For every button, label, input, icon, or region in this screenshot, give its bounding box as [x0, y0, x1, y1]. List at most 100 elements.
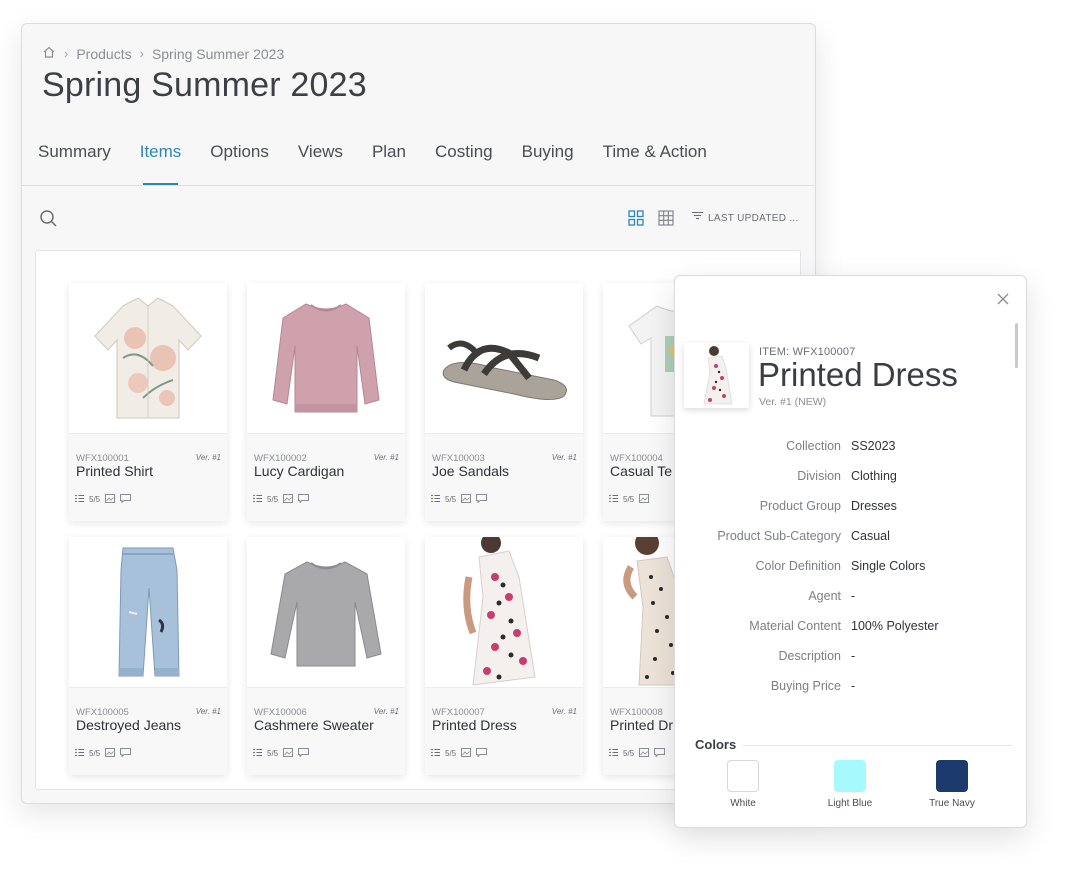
item-card[interactable]: WFX100006 Ver. #1 Cashmere Sweater 5/5	[247, 537, 405, 775]
tab-views[interactable]: Views	[298, 142, 343, 162]
comment-icon[interactable]	[476, 494, 488, 505]
tabs-divider	[22, 185, 815, 186]
sweater-image	[247, 537, 405, 687]
item-meta: 5/5	[431, 494, 488, 505]
completion-count: 5/5	[89, 749, 101, 758]
tab-plan[interactable]: Plan	[372, 142, 406, 162]
item-name: Printed Dress	[432, 717, 517, 733]
image-icon[interactable]	[639, 748, 650, 759]
item-version: Ver. #1	[195, 707, 221, 716]
color-swatch-white[interactable]	[727, 760, 759, 792]
close-icon[interactable]	[996, 292, 1010, 306]
tab-bar: Summary Items Options Views Plan Costing…	[38, 142, 736, 186]
search-icon[interactable]	[39, 209, 59, 229]
comment-icon[interactable]	[654, 748, 666, 759]
table-view-icon[interactable]	[658, 210, 674, 226]
color-swatch-light-blue[interactable]	[834, 760, 866, 792]
attribute-row: Agent -	[675, 589, 1026, 619]
colors-divider	[743, 745, 1012, 746]
item-meta: 5/5	[609, 748, 666, 759]
checklist-icon	[431, 494, 440, 505]
checklist-icon	[75, 494, 84, 505]
attribute-label: Collection	[786, 439, 841, 453]
item-version: Ver. #1	[551, 707, 577, 716]
item-version: Ver. #1	[195, 453, 221, 462]
scrollbar[interactable]	[1015, 323, 1018, 368]
comment-icon[interactable]	[120, 494, 132, 505]
image-icon[interactable]	[639, 494, 650, 505]
item-card[interactable]: WFX100005 Ver. #1 Destroyed Jeans 5/5	[69, 537, 227, 775]
attribute-value: -	[851, 679, 856, 693]
comment-icon[interactable]	[298, 748, 310, 759]
attribute-row: Division Clothing	[675, 469, 1026, 499]
breadcrumb: › Products › Spring Summer 2023	[42, 45, 284, 62]
comment-icon[interactable]	[120, 748, 132, 759]
tab-summary[interactable]: Summary	[38, 142, 111, 162]
item-meta: 5/5	[431, 748, 488, 759]
tab-buying[interactable]: Buying	[522, 142, 574, 162]
checklist-icon	[253, 748, 262, 759]
item-card[interactable]: WFX100002 Ver. #1 Lucy Cardigan 5/5	[247, 283, 405, 521]
comment-icon[interactable]	[476, 748, 488, 759]
attribute-value: Casual	[851, 529, 890, 543]
attribute-value: SS2023	[851, 439, 896, 453]
sort-dropdown[interactable]: LAST UPDATED ...	[692, 211, 799, 225]
sort-icon	[692, 211, 704, 225]
tab-costing[interactable]: Costing	[435, 142, 493, 162]
completion-count: 5/5	[445, 495, 457, 504]
tab-items[interactable]: Items	[140, 142, 181, 186]
sandal-image	[425, 283, 583, 433]
attribute-label: Material Content	[749, 619, 841, 633]
item-name: Printed Dr	[610, 717, 674, 733]
item-name: Destroyed Jeans	[76, 717, 182, 733]
attribute-label: Product Sub-Category	[717, 529, 841, 543]
checklist-icon	[253, 494, 262, 505]
attribute-row: Color Definition Single Colors	[675, 559, 1026, 589]
attribute-label: Product Group	[759, 499, 841, 513]
comment-icon[interactable]	[298, 494, 310, 505]
breadcrumb-item-current: Spring Summer 2023	[151, 45, 285, 62]
item-card[interactable]: WFX100007 Ver. #1 Printed Dress 5/5	[425, 537, 583, 775]
item-card-info: WFX100007 Ver. #1 Printed Dress 5/5	[425, 687, 583, 775]
attribute-label: Description	[778, 649, 841, 663]
item-card[interactable]: WFX100001 Ver. #1 Printed Shirt 5/5	[69, 283, 227, 521]
image-icon[interactable]	[105, 748, 116, 759]
item-name: Joe Sandals	[432, 463, 510, 479]
image-icon[interactable]	[461, 494, 472, 505]
attribute-row: Material Content 100% Polyester	[675, 619, 1026, 649]
color-label: True Navy	[929, 798, 975, 809]
image-icon[interactable]	[105, 494, 116, 505]
attribute-row: Product Group Dresses	[675, 499, 1026, 529]
item-card-info: WFX100003 Ver. #1 Joe Sandals 5/5	[425, 433, 583, 521]
attribute-list: Collection SS2023 Division Clothing Produc…	[675, 439, 1026, 709]
image-icon[interactable]	[283, 494, 294, 505]
shirt-image	[69, 283, 227, 433]
jeans-image	[69, 537, 227, 687]
image-icon[interactable]	[283, 748, 294, 759]
chevron-right-icon: ›	[139, 46, 144, 61]
item-card-info: WFX100005 Ver. #1 Destroyed Jeans 5/5	[69, 687, 227, 775]
completion-count: 5/5	[89, 495, 101, 504]
sweatshirt-image	[247, 283, 405, 433]
attribute-row: Collection SS2023	[675, 439, 1026, 469]
attribute-value: Clothing	[851, 469, 897, 483]
image-icon[interactable]	[461, 748, 472, 759]
item-name: Printed Shirt	[76, 463, 154, 479]
breadcrumb-item-products[interactable]: Products	[76, 46, 131, 62]
tab-options[interactable]: Options	[210, 142, 269, 162]
item-name: Casual Te	[610, 463, 673, 479]
grid-view-icon[interactable]	[628, 210, 644, 226]
colors-heading: Colors	[695, 737, 737, 752]
completion-count: 5/5	[445, 749, 457, 758]
home-icon[interactable]	[42, 45, 56, 62]
color-swatch-true-navy[interactable]	[936, 760, 968, 792]
item-card-info: WFX100006 Ver. #1 Cashmere Sweater 5/5	[247, 687, 405, 775]
completion-count: 5/5	[623, 495, 635, 504]
attribute-value: -	[851, 649, 856, 663]
item-meta: 5/5	[75, 494, 132, 505]
completion-count: 5/5	[267, 495, 279, 504]
attribute-row: Buying Price -	[675, 679, 1026, 709]
item-card[interactable]: WFX100003 Ver. #1 Joe Sandals 5/5	[425, 283, 583, 521]
chevron-right-icon: ›	[64, 46, 69, 61]
tab-time-action[interactable]: Time & Action	[603, 142, 707, 162]
